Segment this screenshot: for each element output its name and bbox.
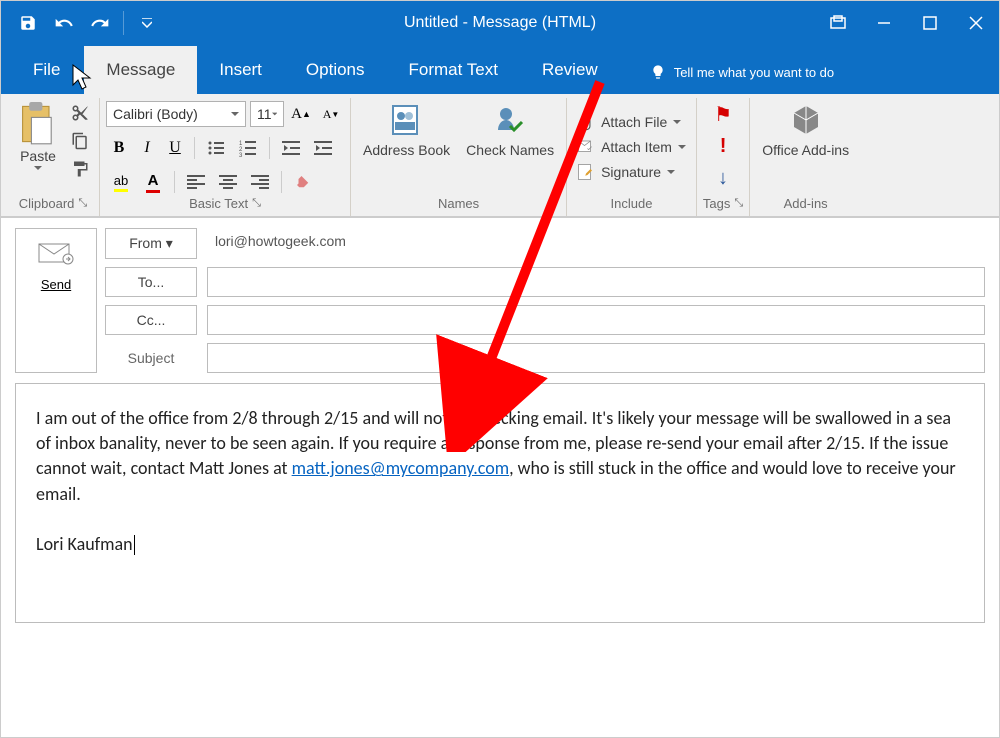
bullets-button[interactable] xyxy=(201,134,231,162)
font-color-button[interactable]: A xyxy=(138,168,168,196)
ribbon-tabs: File Message Insert Options Format Text … xyxy=(1,44,999,94)
from-value: lori@howtogeek.com xyxy=(207,229,985,259)
group-basic-text: Calibri (Body) 11 A▲ A▼ B I U 123 ab A xyxy=(100,98,351,216)
align-center-icon[interactable] xyxy=(213,168,243,196)
compose-header: Send From ▾ lori@howtogeek.com To... Cc.… xyxy=(1,218,999,373)
format-painter-icon[interactable] xyxy=(67,156,93,182)
svg-text:3: 3 xyxy=(239,153,243,157)
group-tags: ⚑ ! ↓ Tags ⤡ xyxy=(697,98,750,216)
cut-icon[interactable] xyxy=(67,100,93,126)
dialog-launcher-icon[interactable]: ⤡ xyxy=(252,197,261,210)
subject-input[interactable] xyxy=(207,343,985,373)
cc-button[interactable]: Cc... xyxy=(105,305,197,335)
send-icon xyxy=(38,243,74,267)
tell-me-search[interactable]: Tell me what you want to do xyxy=(650,50,834,94)
bold-button[interactable]: B xyxy=(106,134,132,162)
decrease-indent-icon[interactable] xyxy=(276,134,306,162)
group-clipboard: Paste Clipboard ⤡ xyxy=(7,98,100,216)
subject-label: Subject xyxy=(105,350,197,366)
tab-insert[interactable]: Insert xyxy=(197,46,284,94)
dialog-launcher-icon[interactable]: ⤡ xyxy=(734,197,743,210)
to-button[interactable]: To... xyxy=(105,267,197,297)
popout-icon[interactable] xyxy=(815,1,861,44)
signature-button[interactable]: Signature xyxy=(573,161,679,183)
minimize-icon[interactable] xyxy=(861,1,907,44)
attach-file-button[interactable]: Attach File xyxy=(573,111,685,133)
tab-options[interactable]: Options xyxy=(284,46,387,94)
email-link[interactable]: matt.jones@mycompany.com xyxy=(292,457,509,479)
cc-input[interactable] xyxy=(207,305,985,335)
low-importance-icon[interactable]: ↓ xyxy=(708,165,738,193)
tab-file[interactable]: File xyxy=(9,46,84,94)
maximize-icon[interactable] xyxy=(907,1,953,44)
group-names: Address Book Check Names Names xyxy=(351,98,567,216)
align-right-icon[interactable] xyxy=(245,168,275,196)
paperclip-icon xyxy=(577,113,595,131)
check-names-button[interactable]: Check Names xyxy=(460,100,560,161)
font-size-combo[interactable]: 11 xyxy=(250,101,284,127)
copy-icon[interactable] xyxy=(67,128,93,154)
highlight-button[interactable]: ab xyxy=(106,168,136,196)
redo-icon[interactable] xyxy=(83,6,117,40)
clipboard-icon xyxy=(19,102,57,146)
window-controls xyxy=(815,1,999,44)
increase-indent-icon[interactable] xyxy=(308,134,338,162)
font-name-combo[interactable]: Calibri (Body) xyxy=(106,101,246,127)
check-names-icon xyxy=(492,102,528,138)
quick-access-toolbar xyxy=(1,6,164,40)
dialog-launcher-icon[interactable]: ⤡ xyxy=(78,197,87,210)
bulb-icon xyxy=(650,64,666,80)
follow-up-flag-icon[interactable]: ⚑ xyxy=(708,101,738,129)
tab-review[interactable]: Review xyxy=(520,46,620,94)
office-addins-button[interactable]: Office Add-ins xyxy=(756,100,855,161)
cursor-icon xyxy=(72,64,94,92)
tab-format-text[interactable]: Format Text xyxy=(387,46,520,94)
address-book-icon xyxy=(389,102,425,138)
numbering-button[interactable]: 123 xyxy=(233,134,263,162)
underline-button[interactable]: U xyxy=(162,134,188,162)
address-book-button[interactable]: Address Book xyxy=(357,100,456,161)
title-bar: Untitled - Message (HTML) xyxy=(1,1,999,44)
italic-button[interactable]: I xyxy=(134,134,160,162)
addins-icon xyxy=(788,102,824,138)
align-left-icon[interactable] xyxy=(181,168,211,196)
ribbon: Paste Clipboard ⤡ Calibri (Body) 11 A▲ A… xyxy=(1,94,999,218)
group-include: Attach File Attach Item Signature Includ… xyxy=(567,98,697,216)
signature-icon xyxy=(577,163,595,181)
attach-item-icon xyxy=(577,138,595,156)
undo-icon[interactable] xyxy=(47,6,81,40)
paste-button[interactable]: Paste xyxy=(13,100,63,174)
clear-formatting-icon[interactable] xyxy=(288,168,318,196)
shrink-font-icon[interactable]: A▼ xyxy=(318,100,344,128)
close-icon[interactable] xyxy=(953,1,999,44)
tab-message[interactable]: Message xyxy=(84,46,197,94)
send-button[interactable]: Send xyxy=(15,228,97,373)
attach-item-button[interactable]: Attach Item xyxy=(573,136,690,158)
high-importance-icon[interactable]: ! xyxy=(708,133,738,161)
message-body[interactable]: I am out of the office from 2/8 through … xyxy=(15,383,985,623)
qa-customize-icon[interactable] xyxy=(130,6,164,40)
to-input[interactable] xyxy=(207,267,985,297)
save-icon[interactable] xyxy=(11,6,45,40)
group-addins: Office Add-ins Add-ins xyxy=(750,98,861,216)
grow-font-icon[interactable]: A▲ xyxy=(288,100,314,128)
text-cursor xyxy=(134,535,135,555)
window-title: Untitled - Message (HTML) xyxy=(404,14,596,32)
from-button[interactable]: From ▾ xyxy=(105,228,197,259)
